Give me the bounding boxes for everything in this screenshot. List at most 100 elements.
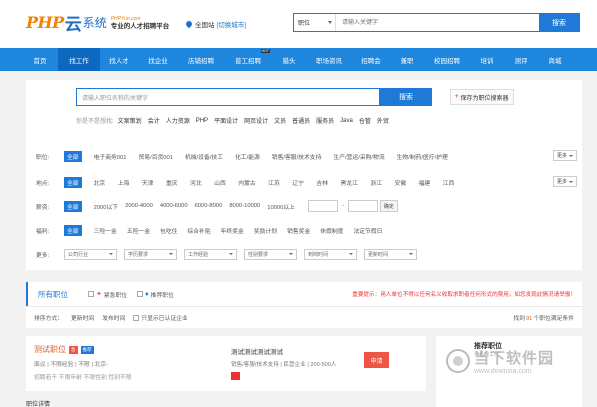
sort-by-update[interactable]: 更新时间	[71, 313, 94, 322]
filter-option[interactable]: 山西	[214, 178, 226, 187]
save-search-button[interactable]: + 保存为职位搜索器	[450, 89, 514, 105]
filter-option[interactable]: 8000-10000	[229, 203, 260, 209]
filter-option[interactable]: 重庆	[166, 178, 178, 187]
filter-option[interactable]: 化工/能源	[235, 152, 260, 161]
only-verified-filter[interactable]: 只显示已认证企业	[133, 313, 188, 322]
nav-item[interactable]: 找工作	[58, 48, 100, 71]
filter-option[interactable]: 年终奖金	[221, 226, 244, 235]
tab-all-jobs[interactable]: 所有职位	[26, 282, 78, 306]
filter-option[interactable]: 江西	[443, 178, 455, 187]
filter-option[interactable]: 三险一金	[94, 226, 117, 235]
filter-option[interactable]: 2000以下	[94, 202, 119, 211]
hot-word-link[interactable]: 人力资源	[166, 116, 190, 125]
filter-option[interactable]: 销售/客服/技术支持	[272, 152, 322, 161]
nav-item[interactable]: 培训	[470, 48, 504, 71]
hot-word-link[interactable]: 平面设计	[214, 116, 238, 125]
filter-dropdown[interactable]: 公司行业	[64, 248, 117, 260]
filter-dropdown[interactable]: 学历要求	[124, 248, 177, 260]
nav-item[interactable]: 校园招聘	[424, 48, 470, 71]
filter-option[interactable]: 北京	[94, 178, 106, 187]
filter-option[interactable]: 休假制度	[320, 226, 343, 235]
area-more-button[interactable]: 更多	[553, 176, 578, 187]
filter-option-all[interactable]: 全部	[64, 150, 82, 162]
filter-option[interactable]: 上海	[118, 178, 130, 187]
hot-word-link[interactable]: 会计	[148, 116, 160, 125]
job-search-button[interactable]: 搜索	[380, 88, 432, 106]
nav-item[interactable]: 首页	[22, 48, 58, 71]
nav-item[interactable]: 普工招聘 HOT	[224, 48, 272, 71]
hot-word-link[interactable]: 服务员	[316, 116, 334, 125]
filter-option[interactable]: 贸易/百货001	[138, 152, 172, 161]
apply-button[interactable]: 申请	[364, 352, 389, 368]
nav-item[interactable]: 找人才	[100, 48, 138, 71]
salary-confirm-button[interactable]: 确定	[379, 200, 398, 212]
filter-option[interactable]: 包吃住	[160, 226, 177, 235]
filter-option[interactable]: 综合补贴	[187, 226, 210, 235]
filter-option[interactable]: 福建	[419, 178, 431, 187]
filter-option[interactable]: 内蒙古	[238, 178, 255, 187]
city-switcher[interactable]: 全国站 [切换城市]	[184, 19, 247, 29]
nav-item[interactable]: 招聘会	[352, 48, 390, 71]
filter-option-all[interactable]: 全部	[64, 176, 82, 188]
filter-dropdown[interactable]: 更新时间	[364, 248, 417, 260]
hot-word-link[interactable]: 仓管	[359, 116, 371, 125]
nav-item[interactable]: 兼职	[390, 48, 424, 71]
hot-word-link[interactable]: 文案策划	[118, 116, 142, 125]
hot-word-link[interactable]: PHP	[196, 118, 208, 124]
nav-item[interactable]: 猎头	[272, 48, 306, 71]
job-more-button[interactable]: 更多	[553, 150, 578, 161]
filter-dropdown[interactable]: 到岗时间	[304, 248, 357, 260]
job-search-input[interactable]: 请输入职位名称的关键字	[76, 88, 380, 106]
filter-option[interactable]: 天津	[142, 178, 154, 187]
job-title[interactable]: 测试职位	[34, 344, 66, 355]
checkbox[interactable]	[133, 315, 140, 322]
filter-option[interactable]: 电子商务001	[94, 152, 127, 161]
nav-item[interactable]: 店铺招聘	[178, 48, 224, 71]
search-type-select[interactable]: 职位	[294, 14, 336, 31]
filter-option[interactable]: 6000-8000	[195, 203, 223, 209]
company-name[interactable]: 测试测试测试测试	[231, 346, 283, 356]
site-logo[interactable]: PHP 云 系统 PHPYun.com 专业的人才招聘平台	[26, 10, 169, 35]
filter-option[interactable]: 河北	[190, 178, 202, 187]
recommend-filter[interactable]: ♦ 推荐职位	[137, 290, 174, 299]
urgent-filter[interactable]: ✦ 紧急职位	[88, 290, 127, 299]
filter-option[interactable]: 江苏	[268, 178, 280, 187]
nav-item[interactable]: 找企业	[138, 48, 178, 71]
filter-option[interactable]: 吉林	[316, 178, 328, 187]
nav-item[interactable]: 测评	[504, 48, 538, 71]
filter-option[interactable]: 机械/设备/技工	[185, 152, 223, 161]
filter-dropdown[interactable]: 性别要求	[244, 248, 297, 260]
filter-option[interactable]: 浙江	[370, 178, 382, 187]
job-list-item[interactable]: 测试职位 急 推荐 面议 | 不限经验 | 不限 | 北京- 招聘若干 不限年龄…	[26, 336, 426, 391]
filter-option-all[interactable]: 全部	[64, 200, 82, 212]
hot-word-link[interactable]: 文员	[274, 116, 286, 125]
sort-by-publish[interactable]: 发布时间	[102, 313, 125, 322]
filter-option[interactable]: 2000-4000	[125, 203, 153, 209]
filter-option[interactable]: 五险一金	[127, 226, 150, 235]
filter-option[interactable]: 10000以上	[267, 202, 295, 211]
filter-option[interactable]: 4000-6000	[160, 203, 188, 209]
filter-option[interactable]: 奖励计划	[254, 226, 277, 235]
filter-option-all[interactable]: 全部	[64, 224, 82, 236]
filter-option[interactable]: 辽宁	[292, 178, 304, 187]
filter-option[interactable]: 安徽	[395, 178, 407, 187]
filter-dropdown[interactable]: 工作经验	[184, 248, 237, 260]
checkbox[interactable]	[137, 291, 144, 297]
salary-max-input[interactable]	[347, 200, 378, 212]
filter-option[interactable]: 生产/营运/采购/物流	[333, 152, 384, 161]
switch-city-link[interactable]: [切换城市]	[217, 19, 247, 29]
nav-item[interactable]: 职场资讯	[306, 48, 352, 71]
header-search-input[interactable]	[336, 14, 539, 31]
checkbox[interactable]	[88, 291, 94, 297]
filter-option[interactable]: 生物/制药/医疗/护理	[397, 152, 448, 161]
hot-word-link[interactable]: 普通员	[292, 116, 310, 125]
salary-min-input[interactable]	[307, 200, 338, 212]
hot-word-link[interactable]: Java	[340, 118, 353, 124]
header-search-button[interactable]: 搜索	[539, 14, 579, 31]
hot-word-link[interactable]: 网页设计	[244, 116, 268, 125]
nav-item[interactable]: 商城	[538, 48, 572, 71]
filter-option[interactable]: 黑龙江	[341, 178, 358, 187]
hot-word-link[interactable]: 外贸	[377, 116, 389, 125]
filter-option[interactable]: 法定节假日	[353, 226, 382, 235]
filter-option[interactable]: 销售奖金	[287, 226, 310, 235]
